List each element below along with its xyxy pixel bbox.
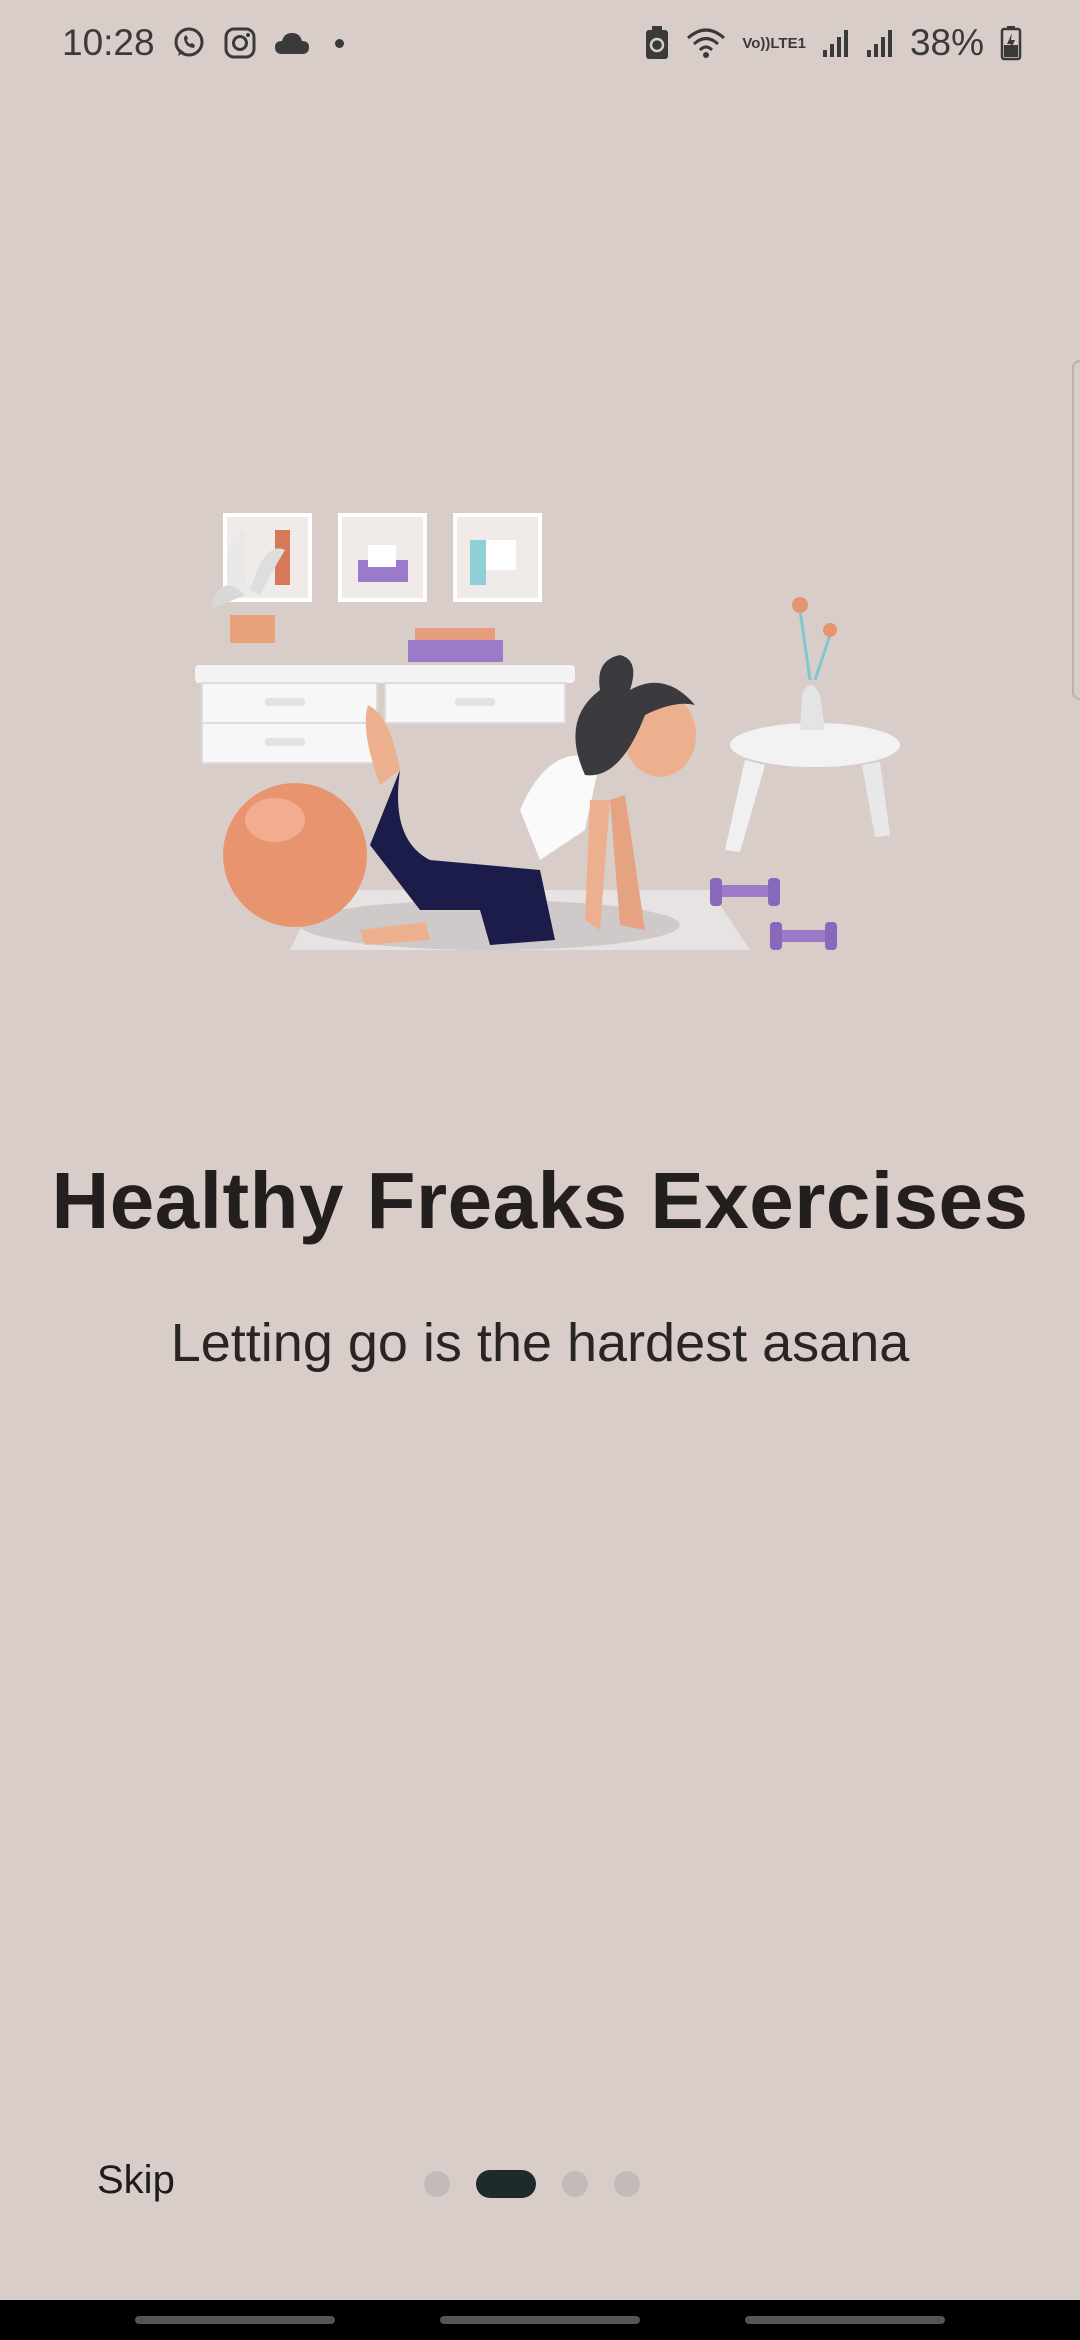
dot-icon (334, 38, 344, 48)
page-dot-3[interactable] (562, 2171, 588, 2197)
cloud-icon (273, 30, 311, 56)
edge-panel-handle[interactable] (1072, 360, 1080, 700)
page-dot-1[interactable] (424, 2171, 450, 2197)
system-nav-bar (0, 2300, 1080, 2340)
volte-bottom: LTE1 (770, 34, 806, 52)
battery-icon (1000, 25, 1022, 61)
woman-exercise-illustration (190, 500, 930, 980)
wifi-icon (686, 26, 726, 60)
onboarding-screen: 10:28 Vo)) LTE1 38% Healthy Freaks Exerc… (0, 0, 1080, 2340)
nav-back-button[interactable] (745, 2316, 945, 2324)
volte-icon: Vo)) LTE1 (742, 36, 806, 51)
volte-top: Vo)) (742, 34, 771, 52)
skip-button[interactable]: Skip (97, 2158, 175, 2203)
instagram-icon (223, 26, 257, 60)
page-indicator (424, 2170, 640, 2198)
nav-recents-button[interactable] (135, 2316, 335, 2324)
status-bar: 10:28 Vo)) LTE1 38% (0, 0, 1080, 86)
nav-home-button[interactable] (440, 2316, 640, 2324)
status-right: Vo)) LTE1 38% (644, 22, 1022, 64)
page-subtitle: Letting go is the hardest asana (170, 1313, 910, 1373)
signal-icon (866, 28, 894, 58)
page-dot-2-active[interactable] (476, 2170, 536, 2198)
page-dot-4[interactable] (614, 2171, 640, 2197)
status-time: 10:28 (62, 22, 155, 63)
battery-percent: 38% (909, 22, 984, 63)
page-title: Healthy Freaks Exercises (51, 1156, 1029, 1245)
battery-saver-icon (644, 25, 670, 61)
whatsapp-icon (171, 25, 207, 61)
signal-icon (822, 28, 850, 58)
status-left: 10:28 (62, 22, 344, 64)
